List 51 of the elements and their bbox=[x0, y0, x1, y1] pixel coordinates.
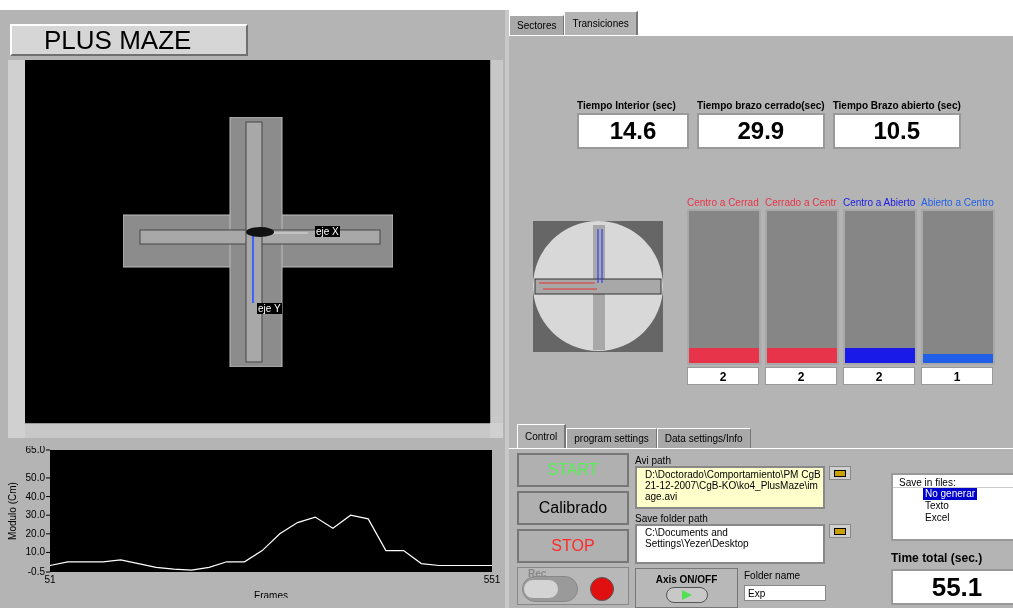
tab[interactable]: Control bbox=[517, 424, 567, 448]
y-axis-title: Modulo (Cm) bbox=[7, 482, 18, 540]
field-label: Avi path bbox=[635, 454, 672, 466]
x-tick-label: 551 bbox=[483, 574, 501, 585]
avi-path-field[interactable]: D:\Doctorado\Comportamiento\PM CgB 21-12-2007\CgB-KO\ko4_PlusMaze\image.avi bbox=[635, 466, 825, 509]
time-total-value: 55.1 bbox=[891, 569, 1013, 605]
y-tick-label: 40.0 bbox=[25, 490, 45, 502]
time-total-label: Time total (sec.) bbox=[891, 550, 984, 567]
x-axis-label: eje X bbox=[315, 226, 340, 237]
axis-label: Axis ON/OFF bbox=[655, 573, 718, 587]
transition-label: Abierto a Centro bbox=[921, 195, 995, 209]
list-option[interactable]: No generar bbox=[923, 488, 978, 500]
folder-name-field[interactable]: Exp bbox=[744, 585, 826, 601]
tab[interactable]: program settings bbox=[566, 428, 657, 448]
field-label: Folder name bbox=[744, 569, 802, 583]
y-tick-label: 65.0 bbox=[25, 446, 45, 455]
count-value: 2 bbox=[843, 366, 915, 385]
list-option[interactable]: Excel bbox=[923, 512, 952, 524]
y-tick-label: 50.0 bbox=[25, 471, 45, 483]
time-value: 10.5 bbox=[832, 112, 961, 149]
y-tick-label: 20.0 bbox=[25, 527, 45, 539]
y-tick-label: -0.5 bbox=[27, 566, 45, 577]
time-label: Tiempo Brazo abierto (sec) bbox=[832, 98, 961, 113]
tab[interactable]: Data settings/Info bbox=[656, 428, 751, 448]
folder-icon[interactable] bbox=[829, 466, 851, 480]
folder-icon[interactable] bbox=[829, 524, 851, 538]
action-button[interactable]: Calibrado bbox=[517, 491, 629, 525]
time-label: Tiempo Interior (sec) bbox=[577, 98, 677, 113]
count-value: 2 bbox=[687, 366, 759, 385]
count-value: 2 bbox=[765, 366, 837, 385]
time-value: 29.9 bbox=[697, 112, 825, 149]
y-tick-label: 30.0 bbox=[25, 509, 45, 521]
y-tick-label: 10.0 bbox=[25, 546, 45, 558]
list-option[interactable]: Texto bbox=[923, 500, 951, 512]
transition-label: Centro a Abierto bbox=[843, 195, 917, 209]
time-value: 14.6 bbox=[577, 112, 689, 149]
tab[interactable]: Sectores bbox=[509, 14, 565, 35]
axis-toggle[interactable] bbox=[665, 587, 708, 603]
rec-toggle[interactable] bbox=[522, 576, 578, 602]
count-value: 1 bbox=[921, 366, 993, 385]
x-tick-label: 51 bbox=[44, 574, 56, 585]
time-label: Tiempo brazo cerrado(sec) bbox=[697, 98, 825, 113]
folder-path-field[interactable]: C:\Documents and Settings\Yezer\Desktop bbox=[635, 524, 825, 564]
transition-label: Centro a Cerrad bbox=[687, 195, 760, 209]
y-axis-label: eje Y bbox=[257, 303, 282, 314]
horizontal-scrollbar[interactable] bbox=[25, 423, 490, 438]
field-label: Save folder path bbox=[635, 512, 709, 524]
vertical-scrollbar[interactable] bbox=[490, 60, 503, 423]
app-title: PLUS MAZE bbox=[10, 24, 248, 56]
transition-label: Cerrado a Centr bbox=[765, 195, 838, 209]
tab[interactable]: Transiciones bbox=[564, 10, 638, 35]
